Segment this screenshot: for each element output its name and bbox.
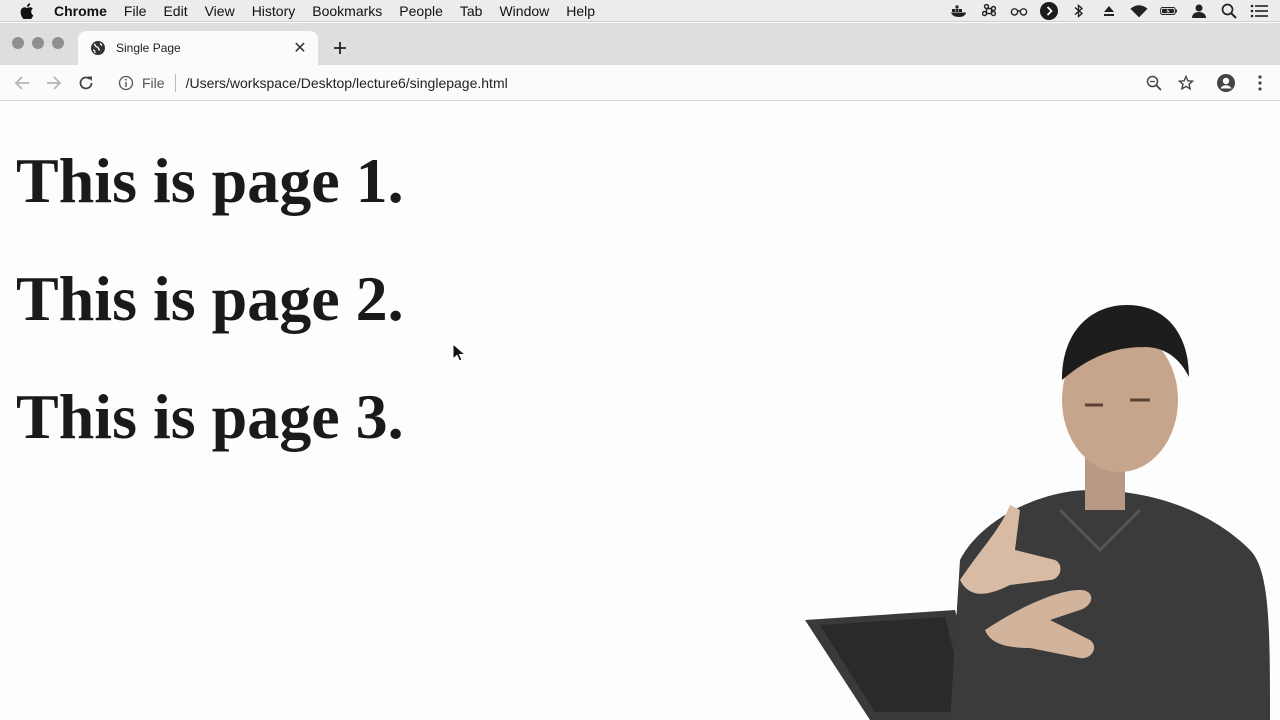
- macos-menu-bar: Chrome File Edit View History Bookmarks …: [0, 0, 1280, 22]
- arrow-right-icon: [47, 76, 62, 90]
- back-button[interactable]: [10, 71, 34, 95]
- menu-history[interactable]: History: [252, 3, 296, 19]
- command-icon[interactable]: [980, 2, 998, 20]
- chrome-menu-button[interactable]: [1248, 71, 1272, 95]
- minimize-window-button[interactable]: [32, 37, 44, 49]
- plus-icon: [334, 42, 346, 54]
- arrow-left-icon: [14, 76, 29, 90]
- battery-icon[interactable]: [1160, 2, 1178, 20]
- reload-button[interactable]: [74, 71, 98, 95]
- tab-close-icon[interactable]: ✕: [288, 36, 312, 60]
- menu-bar-status-area: [950, 0, 1268, 22]
- zoom-window-button[interactable]: [52, 37, 64, 49]
- menu-help[interactable]: Help: [566, 3, 595, 19]
- globe-icon: [90, 40, 106, 56]
- mouse-pointer-icon: [452, 343, 466, 362]
- info-icon[interactable]: [118, 75, 134, 91]
- apple-logo-icon[interactable]: [20, 2, 36, 19]
- more-vertical-icon: [1258, 75, 1262, 91]
- presenter-video-overlay: [805, 305, 1270, 720]
- wifi-icon[interactable]: [1130, 2, 1148, 20]
- account-icon: [1217, 74, 1235, 92]
- menu-view[interactable]: View: [205, 3, 235, 19]
- menu-bookmarks[interactable]: Bookmarks: [312, 3, 382, 19]
- tab-title: Single Page: [116, 41, 181, 55]
- profile-button[interactable]: [1214, 71, 1238, 95]
- address-separator: [174, 74, 176, 92]
- menu-tab[interactable]: Tab: [460, 3, 483, 19]
- zoom-button[interactable]: [1142, 71, 1166, 95]
- page-3-heading: This is page 3.: [16, 381, 404, 452]
- glasses-icon[interactable]: [1010, 2, 1028, 20]
- bluetooth-icon[interactable]: [1070, 2, 1088, 20]
- page-1-heading: This is page 1.: [16, 145, 404, 216]
- play-circle-icon[interactable]: [1040, 2, 1058, 20]
- window-controls: [12, 37, 64, 49]
- page-2-heading: This is page 2.: [16, 263, 404, 334]
- user-icon[interactable]: [1190, 2, 1208, 20]
- menu-window[interactable]: Window: [499, 3, 549, 19]
- reload-icon: [79, 76, 93, 90]
- spotlight-search-icon[interactable]: [1220, 2, 1238, 20]
- tab-single-page[interactable]: Single Page ✕: [78, 31, 318, 65]
- browser-toolbar: File /Users/workspace/Desktop/lecture6/s…: [0, 65, 1280, 101]
- bookmark-star-button[interactable]: [1174, 71, 1198, 95]
- star-icon: [1178, 75, 1194, 91]
- menu-app-chrome[interactable]: Chrome: [54, 3, 107, 19]
- zoom-icon: [1146, 75, 1162, 91]
- docker-icon[interactable]: [950, 2, 968, 20]
- new-tab-button[interactable]: [328, 36, 352, 60]
- forward-button[interactable]: [42, 71, 66, 95]
- browser-tab-strip: Single Page ✕: [0, 23, 1280, 65]
- address-scheme-label: File: [142, 75, 165, 91]
- close-window-button[interactable]: [12, 37, 24, 49]
- menu-people[interactable]: People: [399, 3, 443, 19]
- eject-icon[interactable]: [1100, 2, 1118, 20]
- address-url[interactable]: /Users/workspace/Desktop/lecture6/single…: [186, 75, 508, 91]
- address-bar[interactable]: File /Users/workspace/Desktop/lecture6/s…: [112, 69, 1172, 97]
- menu-file[interactable]: File: [124, 3, 147, 19]
- list-icon[interactable]: [1250, 2, 1268, 20]
- menu-edit[interactable]: Edit: [163, 3, 187, 19]
